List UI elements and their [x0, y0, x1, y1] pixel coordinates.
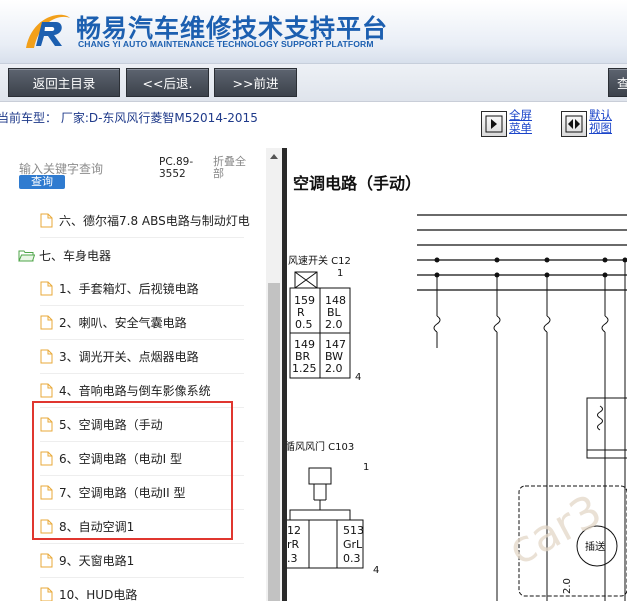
svg-text:2.0: 2.0: [325, 362, 343, 375]
fullscreen-icon: [485, 115, 503, 133]
tree-item-label: 2、喇叭、安全气囊电路: [59, 316, 187, 330]
tree-group-body-electrical[interactable]: 七、车身电器: [18, 238, 244, 272]
sidebar: 输入关键字查询 查询 PC.89-3552 折叠全部 六、德尔福7.8 ABS电…: [0, 148, 282, 601]
svg-text:0.5: 0.5: [295, 318, 313, 331]
folder-open-icon: [18, 250, 35, 261]
tree-item-label: 七、车身电器: [39, 248, 112, 263]
file-icon: [40, 417, 53, 432]
collapse-all-link[interactable]: 折叠全部: [213, 156, 253, 180]
file-icon: [40, 281, 53, 296]
wiring-diagram: 风速开关 C12 1 4 159 R 0.5 148 BL 2.0 149 BR…: [287, 214, 627, 601]
tree-item-abs-circuit[interactable]: 六、德尔福7.8 ABS电路与制动灯电: [40, 204, 250, 238]
default-view-link[interactable]: 默认视图: [589, 109, 619, 135]
scrollbar-thumb[interactable]: [268, 283, 280, 601]
info-bar: 当前车型： 厂家:D-东风风行菱智M52014-2015 全屏菜单 默认视图: [0, 102, 627, 144]
file-icon: [40, 519, 53, 534]
tree-item-ac-manual[interactable]: 5、空调电路（手动: [40, 408, 244, 442]
forward-button[interactable]: >>前进: [214, 68, 297, 97]
connector2-label: 循风风门 C103: [287, 440, 354, 453]
tree-item-label: 5、空调电路（手动: [59, 418, 163, 432]
tree-item-label: 1、手套箱灯、后视镜电路: [59, 282, 199, 296]
tree-item-auto-ac[interactable]: 8、自动空调1: [40, 510, 244, 544]
file-icon: [40, 587, 53, 601]
fullscreen-button[interactable]: [481, 111, 507, 137]
tree-item-label: 6、空调电路（电动I 型: [59, 452, 182, 466]
tree-item-ac-electric-1[interactable]: 6、空调电路（电动I 型: [40, 442, 244, 476]
tree-item-label: 3、调光开关、点烟器电路: [59, 350, 199, 364]
default-view-icon: [565, 115, 583, 133]
file-icon: [40, 383, 53, 398]
tree-item-label: 7、空调电路（电动II 型: [59, 486, 186, 500]
svg-text:513: 513: [343, 524, 364, 537]
wire-size-label: 2.0: [562, 578, 573, 594]
svg-text:0.3: 0.3: [343, 552, 361, 565]
logo-icon: [26, 14, 70, 48]
sidebar-scrollbar[interactable]: [266, 148, 282, 601]
tree-item-ac-electric-2[interactable]: 7、空调电路（电动II 型: [40, 476, 244, 510]
connector1-label: 风速开关 C12: [288, 254, 351, 267]
connector2-pin4-label: 4: [373, 565, 379, 576]
home-button[interactable]: 返回主目录: [8, 68, 120, 97]
diagram-title: 空调电路（手动）: [293, 174, 422, 193]
default-view-button[interactable]: [561, 111, 587, 137]
svg-text:rR: rR: [287, 538, 300, 551]
tree-item-label: 9、天窗电路1: [59, 554, 135, 568]
current-car-label: 当前车型： 厂家:D-东风风行菱智M52014-2015: [0, 111, 258, 125]
file-icon: [40, 485, 53, 500]
file-icon: [40, 213, 53, 228]
svg-text:2.0: 2.0: [325, 318, 343, 331]
tree-item-audio-reverse[interactable]: 4、音响电路与倒车影像系统: [40, 374, 244, 408]
connector2-cells: 12 rR .3 513 GrL 0.3: [287, 524, 364, 565]
svg-text:GrL: GrL: [343, 538, 363, 551]
back-button[interactable]: <<后退.: [126, 68, 209, 97]
file-icon: [40, 315, 53, 330]
tree-item-hud[interactable]: 10、HUD电路: [40, 578, 244, 601]
svg-text:.3: .3: [287, 552, 298, 565]
file-icon: [40, 553, 53, 568]
file-icon: [40, 451, 53, 466]
svg-text:1.25: 1.25: [292, 362, 317, 375]
app-header: 畅易汽车维修技术支持平台 CHANG YI AUTO MAINTENANCE T…: [0, 0, 627, 64]
device-label: 插送: [585, 540, 605, 553]
file-icon: [40, 349, 53, 364]
tree-view: 六、德尔福7.8 ABS电路与制动灯电 七、车身电器 1、手套箱灯、后视镜电路 …: [0, 204, 268, 601]
svg-text:12: 12: [287, 524, 301, 537]
tree-item-label: 4、音响电路与倒车影像系统: [59, 384, 211, 398]
tree-item-glovebox-mirror[interactable]: 1、手套箱灯、后视镜电路: [40, 272, 244, 306]
connector1-cells: 159 R 0.5 148 BL 2.0 149 BR 1.25 147 BW …: [292, 294, 346, 375]
toolbar: 返回主目录 <<后退. >>前进 查: [0, 64, 627, 102]
search-button[interactable]: 查询: [19, 175, 65, 189]
fullscreen-link[interactable]: 全屏菜单: [509, 109, 539, 135]
diagram-pane: 风速开关 C12 1 4 159 R 0.5 148 BL 2.0 149 BR…: [287, 148, 627, 601]
pc-code-label: PC.89-3552: [159, 156, 194, 180]
app-subtitle: CHANG YI AUTO MAINTENANCE TECHNOLOGY SUP…: [78, 39, 374, 49]
connector2-pin-label: 1: [363, 462, 369, 473]
scroll-up-arrow-icon[interactable]: [266, 151, 282, 161]
tree-item-sunroof[interactable]: 9、天窗电路1: [40, 544, 244, 578]
tree-item-label: 10、HUD电路: [59, 588, 138, 601]
connector1-pin-label: 1: [337, 268, 343, 279]
watermark-text: car3: [500, 485, 610, 576]
bus-lines: [417, 214, 627, 291]
tree-item-label: 六、德尔福7.8 ABS电路与制动灯电: [59, 214, 250, 228]
connector1-pin4-label: 4: [355, 372, 361, 383]
tree-item-horn-airbag[interactable]: 2、喇叭、安全气囊电路: [40, 306, 244, 340]
tree-item-label: 8、自动空调1: [59, 520, 135, 534]
query-button[interactable]: 查: [608, 68, 627, 97]
tree-item-dimmer-lighter[interactable]: 3、调光开关、点烟器电路: [40, 340, 244, 374]
